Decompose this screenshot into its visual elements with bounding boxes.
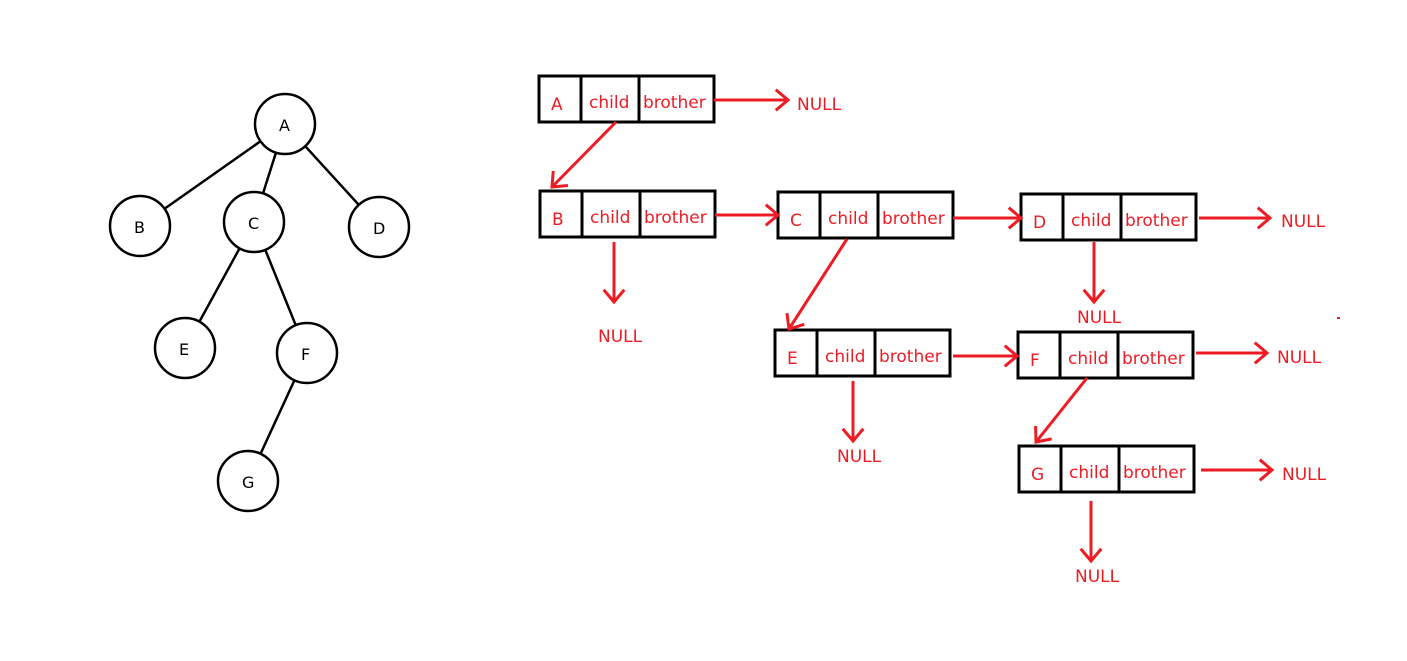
pointer-F-brother: NULL [1196,341,1322,368]
null-label: NULL [598,327,643,347]
child-field: child [828,209,868,229]
null-label: NULL [1075,567,1120,587]
tree-node-label: B [134,218,145,237]
brother-field: brother [882,209,945,229]
record-F: Fchild brother [1016,330,1195,380]
tree-node-label: G [242,473,254,492]
pointer-D-brother: NULL [1199,206,1326,232]
pointer-F-child [1034,377,1089,444]
pointer-G-brother: NULL [1201,458,1327,485]
pointer-line [1034,377,1089,443]
record-G: Gchild brother [1017,444,1196,494]
tree-edge-A-D [304,145,360,206]
records: Achild brotherB child brother Cchild brother D… [537,74,1198,494]
tree-node-label: F [301,345,310,364]
pointer-C-child [785,238,849,331]
tree-node-label: D [373,219,385,238]
pointer-B-child: NULL [598,242,643,347]
pointer-line [787,238,849,330]
brother-field: brother [1123,463,1186,483]
record-A: Achild brother [537,74,716,124]
child-field: child [590,208,630,228]
tree-edge-C-E [198,247,241,323]
record-label: G [1031,465,1044,485]
null-label: NULL [1277,348,1322,368]
pointer-A-child [550,120,618,189]
brother-field: brother [643,93,706,113]
brother-field: brother [1122,349,1185,369]
child-field: child [1068,349,1108,369]
null-label: NULL [1077,308,1122,328]
pointer-E-child: NULL [837,381,882,467]
brother-field: brother [644,208,707,228]
null-label: NULL [837,447,882,467]
record-label: A [551,95,563,115]
record-label: C [790,211,802,231]
brother-field: brother [1125,211,1188,231]
child-field: child [825,347,865,367]
record-label: F [1030,351,1040,371]
pointer-E-brother [953,344,1020,368]
record-B: Bchild brother [538,189,717,239]
record-label: E [787,349,798,369]
tree-edge-C-F [264,249,297,326]
tree-node-label: C [248,214,259,233]
pointer-A-brother: NULL [714,88,842,115]
pointer-D-child: NULL [1077,242,1122,328]
diagram: A B C D E F G Achild brother Bchild brother Cchild b… [0,0,1407,656]
child-field: child [589,93,629,113]
record-label: B [552,210,564,230]
tree-node-label: E [179,340,189,359]
pointer-C-brother [953,206,1024,230]
tree-node-label: A [279,116,290,135]
child-field: child [1071,211,1111,231]
child-field: child [1069,463,1109,483]
pointer-line [550,120,618,189]
record-E: Echild brother [773,328,952,378]
tree-edge-F-G [259,379,296,455]
pointer-G-child: NULL [1075,501,1120,587]
brother-field: brother [879,347,942,367]
null-label: NULL [1282,465,1327,485]
record-label: D [1033,213,1046,233]
tree-edge-A-C [261,152,278,194]
record-D: Dchild brother [1019,192,1198,242]
pointer-B-brother [715,203,781,227]
stray-dot [1337,317,1340,319]
tree: A B C D E F G [108,92,411,513]
null-label: NULL [797,95,842,115]
record-C: Cchild brother [776,190,955,240]
null-label: NULL [1281,212,1326,232]
tree-and-child-brother-diagram: AB C DE FGA child brotherB child brother Cchild b… [108,74,1340,587]
